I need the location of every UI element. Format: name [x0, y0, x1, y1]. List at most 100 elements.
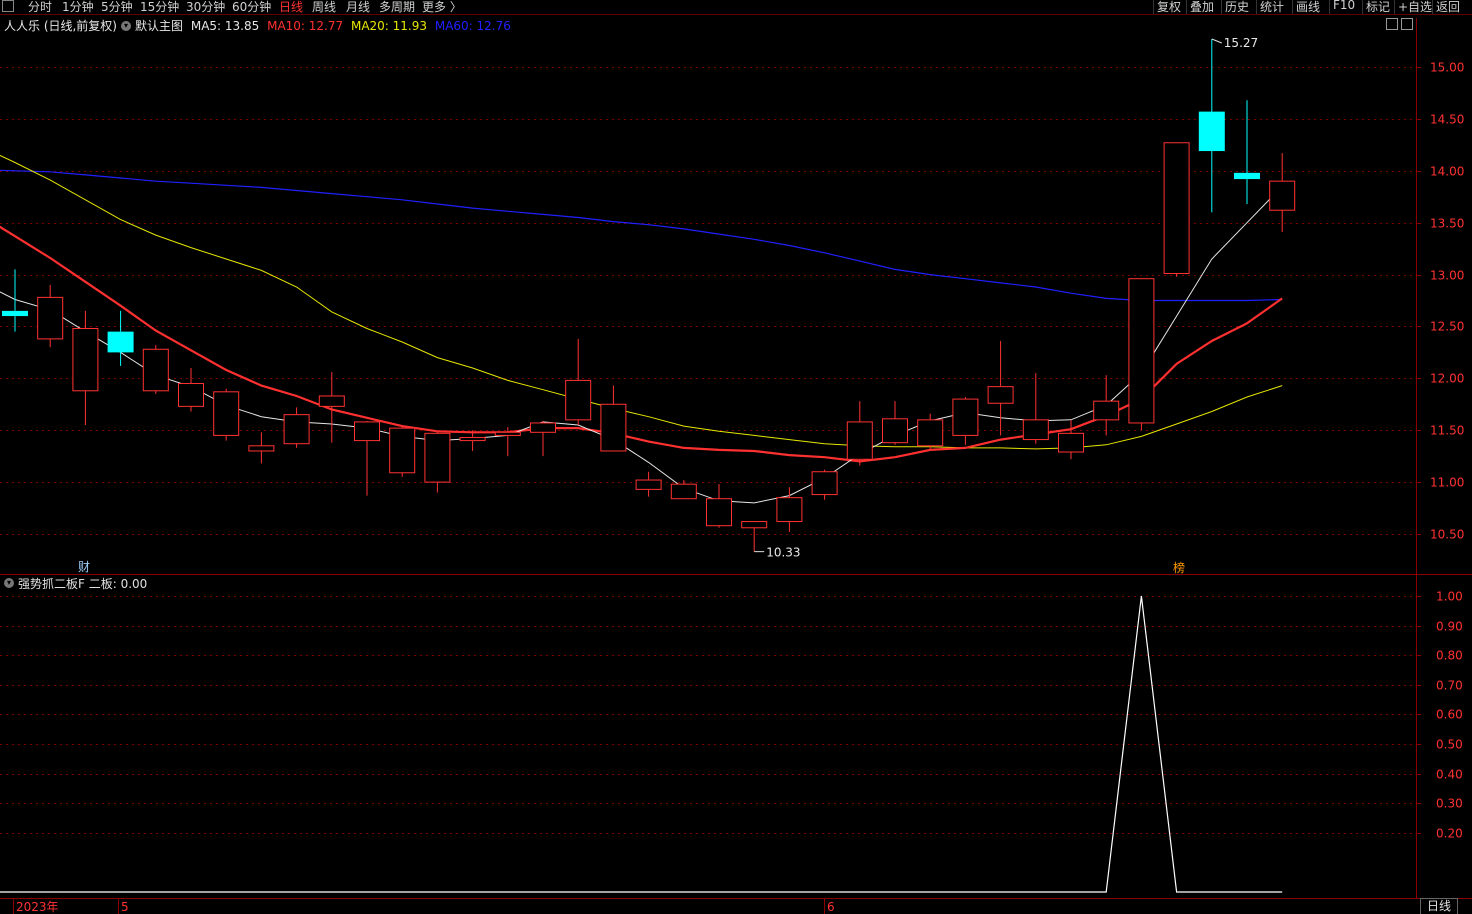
candle: [142, 345, 169, 394]
candle: [107, 310, 134, 366]
candle-body: [107, 331, 134, 353]
candle-body: [248, 445, 275, 452]
candle: [811, 469, 838, 500]
tab-daily[interactable]: 日线: [1420, 898, 1458, 914]
ma10-line: [0, 225, 1283, 463]
candle-body: [846, 421, 873, 460]
dragon-list-marker[interactable]: 榜: [1173, 559, 1189, 576]
candle-body: [389, 427, 416, 474]
ma60-label: MA60: 12.76: [434, 19, 511, 33]
candle-body: [318, 395, 345, 407]
candle-body: [952, 398, 979, 436]
candle: [600, 385, 627, 452]
chevron-down-icon[interactable]: ▾: [121, 21, 131, 31]
indicator-tick-label: 0.30: [1436, 797, 1463, 811]
candle: [846, 401, 873, 466]
candle-body: [459, 436, 486, 442]
indicator-tick-label: 0.60: [1436, 708, 1463, 722]
indicator-tick-label: 0.80: [1436, 649, 1463, 663]
price-tick-label: 13.50: [1430, 217, 1464, 231]
restore-icon[interactable]: [1386, 18, 1398, 30]
candle: [424, 431, 451, 493]
candle: [248, 432, 275, 464]
date-tick-label: 5: [121, 900, 129, 914]
candle-body: [600, 403, 627, 452]
candle-body: [1128, 278, 1155, 424]
candle: [776, 487, 803, 532]
candle: [318, 372, 345, 443]
date-tick-label: 6: [827, 900, 835, 914]
candle: [741, 521, 768, 552]
indicator-tick-label: 0.70: [1436, 679, 1463, 693]
price-tick-label: 15.00: [1430, 61, 1464, 75]
candle: [178, 367, 204, 412]
candle-body: [494, 431, 521, 436]
candle-body: [2, 310, 28, 317]
candle-body: [142, 348, 169, 392]
ma5-label: MA5: 13.85: [190, 19, 260, 33]
candle: [882, 401, 908, 445]
candle: [987, 340, 1014, 436]
main-chart-legend: 人人乐 (日线,前复权): [4, 17, 121, 34]
price-tick-label: 10.50: [1430, 528, 1464, 542]
candle-body: [1234, 172, 1260, 180]
candle: [1269, 153, 1296, 233]
candle: [565, 338, 592, 426]
candle-body: [1093, 400, 1120, 421]
stock-name: 人人乐 (日线,前复权): [4, 19, 117, 33]
indicator-tick-label: 0.20: [1436, 827, 1463, 841]
candle-body: [1058, 432, 1084, 453]
indicator-tick-label: 0.50: [1436, 738, 1463, 752]
candle-body: [424, 432, 451, 483]
candle-body: [178, 383, 204, 407]
candle-body: [635, 479, 662, 490]
candle: [1093, 375, 1120, 436]
candle-body: [1198, 111, 1225, 152]
candle: [213, 388, 240, 441]
high-annotation-arrow: [1211, 38, 1222, 44]
indicator-tick-label: 0.90: [1436, 620, 1463, 634]
candle-body: [283, 414, 310, 445]
ma60-line: [0, 169, 1283, 302]
candle-body: [213, 391, 240, 436]
ma-legend: 默认主图 MA5: 13.85 MA10: 12.77 MA20: 11.93 …: [135, 17, 515, 34]
price-tick-label: 12.50: [1430, 320, 1464, 334]
candle-body: [37, 296, 64, 340]
date-tick-label: 2023年: [16, 900, 59, 914]
price-tick-label: 14.00: [1430, 165, 1464, 179]
candle-body: [1163, 142, 1190, 275]
candle: [1198, 38, 1225, 213]
candle-body: [1269, 180, 1296, 211]
indicator-tick-label: 0.40: [1436, 768, 1463, 782]
candle: [952, 397, 979, 445]
candle: [354, 420, 380, 496]
price-tick-label: 13.00: [1430, 269, 1464, 283]
candle-body: [670, 483, 697, 500]
indicator-legend: 强势抓二板F 二板: 0.00: [18, 575, 151, 592]
candle: [1128, 278, 1155, 431]
candle: [389, 427, 416, 477]
high-annotation-label: 15.27: [1224, 36, 1258, 50]
candle-body: [565, 379, 592, 421]
chevron-down-icon[interactable]: ▾: [4, 578, 14, 588]
candle-body: [741, 521, 768, 529]
candle-body: [917, 419, 944, 447]
price-tick-label: 12.00: [1430, 372, 1464, 386]
ma20-label: MA20: 11.93: [350, 19, 428, 33]
candle: [283, 407, 310, 448]
candle: [2, 269, 28, 332]
kline-chart[interactable]: 15.00 14.50 14.00 13.50 13.00 12.50 12.00 11.50…: [0, 0, 1472, 914]
candle: [530, 420, 556, 457]
main-chart-label[interactable]: 默认主图: [135, 19, 183, 33]
indicator-tick-label: 1.00: [1436, 590, 1463, 604]
candle: [1234, 100, 1260, 204]
indicator-label: 强势抓二板F 二板: 0.00: [18, 577, 148, 591]
finance-marker[interactable]: 财: [78, 558, 94, 575]
candle-body: [987, 386, 1014, 404]
candle-body: [72, 328, 99, 392]
maximize-icon[interactable]: [1401, 18, 1413, 30]
ma10-label: MA10: 12.77: [267, 19, 344, 33]
candle-body: [882, 418, 908, 444]
price-tick-label: 11.00: [1430, 476, 1464, 490]
price-tick-label: 11.50: [1430, 424, 1464, 438]
